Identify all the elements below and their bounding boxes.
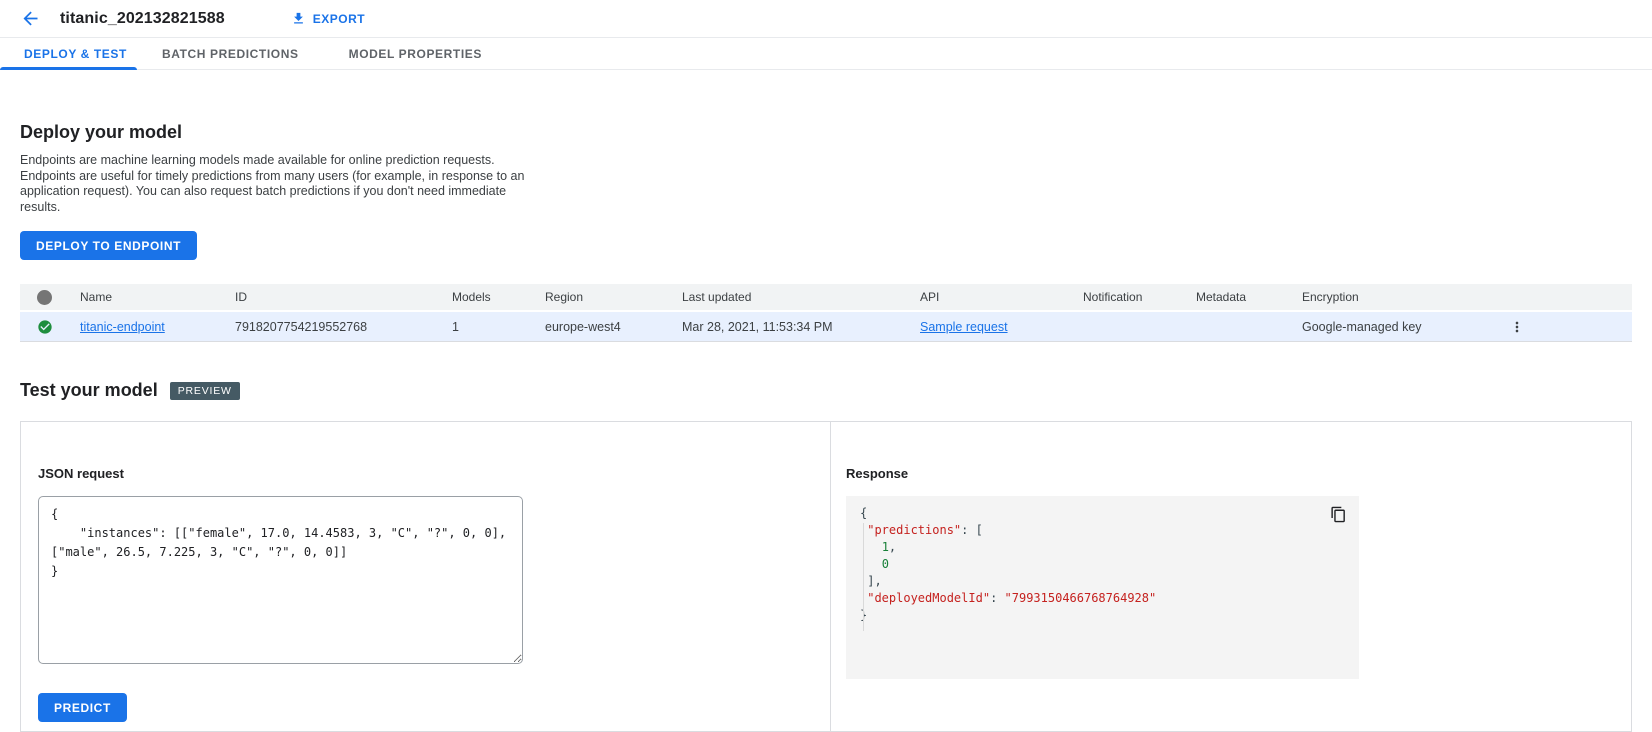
deploy-to-endpoint-button[interactable]: DEPLOY TO ENDPOINT xyxy=(20,231,197,260)
copy-response-button[interactable] xyxy=(1330,506,1347,523)
column-header-models: Models xyxy=(452,290,545,304)
endpoint-id-cell: 7918207754219552768 xyxy=(235,320,452,334)
export-button-label: EXPORT xyxy=(313,12,365,26)
endpoint-status-cell xyxy=(20,319,80,335)
response-panel: Response { "predictions": [ 1, 0 ], "dep… xyxy=(831,422,1631,731)
column-header-region: Region xyxy=(545,290,682,304)
endpoints-table: Name ID Models Region Last updated API N… xyxy=(20,284,1632,342)
table-row: titanic-endpoint 7918207754219552768 1 e… xyxy=(20,312,1632,342)
arrow-left-icon xyxy=(20,8,41,29)
tab-batch-predictions[interactable]: BATCH PREDICTIONS xyxy=(137,38,324,69)
endpoint-models-cell: 1 xyxy=(452,320,545,334)
json-request-panel: JSON request { "instances": [["female", … xyxy=(21,422,831,731)
column-header-id: ID xyxy=(235,290,452,304)
response-label: Response xyxy=(846,466,1631,481)
back-button[interactable] xyxy=(18,7,42,31)
sample-request-link[interactable]: Sample request xyxy=(920,320,1008,334)
deploy-section-heading: Deploy your model xyxy=(20,122,1632,143)
column-header-metadata: Metadata xyxy=(1196,290,1302,304)
column-header-encryption: Encryption xyxy=(1302,290,1507,304)
indent-guide-line xyxy=(863,523,864,631)
column-header-last-updated: Last updated xyxy=(682,290,920,304)
main-content: Deploy your model Endpoints are machine … xyxy=(0,122,1652,732)
more-vert-icon xyxy=(1509,319,1525,335)
response-block: { "predictions": [ 1, 0 ], "deployedMode… xyxy=(846,496,1359,679)
endpoint-last-updated-cell: Mar 28, 2021, 11:53:34 PM xyxy=(682,320,920,334)
endpoints-table-header: Name ID Models Region Last updated API N… xyxy=(20,284,1632,310)
app-header: titanic_202132821588 EXPORT xyxy=(0,0,1652,37)
export-button[interactable]: EXPORT xyxy=(285,10,371,27)
gray-circle-icon xyxy=(37,290,52,305)
column-header-api: API xyxy=(920,290,1083,304)
row-actions-menu-button[interactable] xyxy=(1507,317,1527,337)
test-section-heading: Test your model xyxy=(20,380,158,401)
predict-button[interactable]: PREDICT xyxy=(38,693,127,722)
json-request-input[interactable]: { "instances": [["female", 17.0, 14.4583… xyxy=(38,496,523,664)
tab-deploy-and-test[interactable]: DEPLOY & TEST xyxy=(0,38,137,69)
test-section-heading-row: Test your model PREVIEW xyxy=(20,380,1632,401)
tab-bar: DEPLOY & TEST BATCH PREDICTIONS MODEL PR… xyxy=(0,37,1652,70)
column-header-name: Name xyxy=(80,290,235,304)
page-title: titanic_202132821588 xyxy=(60,10,225,28)
json-request-label: JSON request xyxy=(38,466,830,481)
test-panels: JSON request { "instances": [["female", … xyxy=(20,421,1632,732)
copy-icon xyxy=(1330,506,1347,523)
status-column-header xyxy=(20,290,80,305)
tab-model-properties[interactable]: MODEL PROPERTIES xyxy=(324,38,507,69)
endpoint-encryption-cell: Google-managed key xyxy=(1302,320,1507,334)
deploy-section-description: Endpoints are machine learning models ma… xyxy=(20,153,534,215)
endpoint-name-link[interactable]: titanic-endpoint xyxy=(80,320,165,334)
preview-badge: PREVIEW xyxy=(170,382,240,400)
column-header-notification: Notification xyxy=(1083,290,1196,304)
check-circle-icon xyxy=(37,319,53,335)
download-icon xyxy=(291,11,306,26)
response-code: { "predictions": [ 1, 0 ], "deployedMode… xyxy=(846,496,1359,633)
endpoint-region-cell: europe-west4 xyxy=(545,320,682,334)
